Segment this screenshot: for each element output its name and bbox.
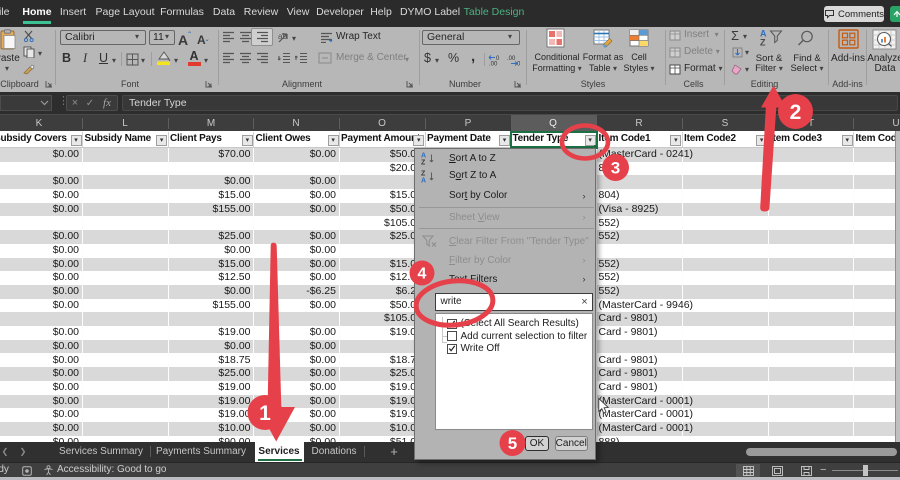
svg-text:5: 5 — [508, 434, 517, 453]
svg-text:1: 1 — [259, 402, 271, 425]
svg-text:4: 4 — [418, 266, 427, 283]
svg-text:3: 3 — [611, 159, 620, 178]
svg-text:2: 2 — [790, 101, 802, 124]
